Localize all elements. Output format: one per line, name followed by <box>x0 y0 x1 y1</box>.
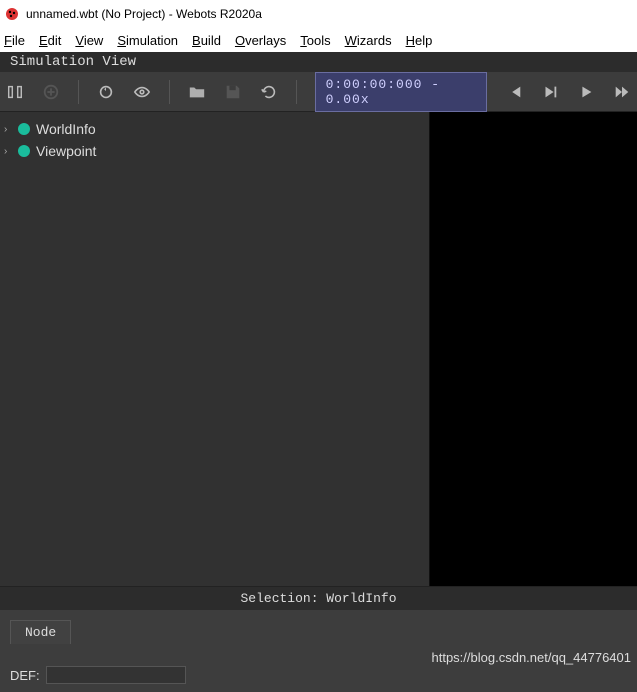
menu-view[interactable]: View <box>75 33 103 48</box>
node-tab[interactable]: Node <box>10 620 71 644</box>
toolbar-separator <box>169 80 170 104</box>
save-icon[interactable] <box>224 82 242 102</box>
toolbar-separator <box>78 80 79 104</box>
menu-edit[interactable]: Edit <box>39 33 61 48</box>
menu-file[interactable]: File <box>4 33 25 48</box>
watermark-text: https://blog.csdn.net/qq_44776401 <box>432 650 632 665</box>
open-icon[interactable] <box>188 82 206 102</box>
view-icon[interactable] <box>133 82 151 102</box>
window-titlebar: unnamed.wbt (No Project) - Webots R2020a <box>0 0 637 28</box>
hide-panels-icon[interactable] <box>6 82 24 102</box>
def-label: DEF: <box>10 668 40 683</box>
play-icon[interactable] <box>577 82 595 102</box>
menu-wizards[interactable]: Wizards <box>345 33 392 48</box>
selection-label: Selection: WorldInfo <box>0 586 637 610</box>
node-dot-icon <box>18 145 30 157</box>
toolbar-separator <box>296 80 297 104</box>
reset-simulation-icon[interactable] <box>97 82 115 102</box>
menu-build[interactable]: Build <box>192 33 221 48</box>
menu-tools[interactable]: Tools <box>300 33 330 48</box>
simulation-time-display[interactable]: 0:00:00:000 - 0.00x <box>315 72 487 112</box>
menu-simulation[interactable]: Simulation <box>117 33 178 48</box>
toolbar: 0:00:00:000 - 0.00x <box>0 72 637 112</box>
menu-help[interactable]: Help <box>406 33 433 48</box>
scene-tree-panel: › WorldInfo › Viewpoint <box>0 112 430 586</box>
scene-tree: › WorldInfo › Viewpoint <box>0 112 429 586</box>
3d-viewport[interactable] <box>430 112 637 586</box>
simulation-view-header: Simulation View <box>0 52 637 72</box>
app-icon <box>4 6 20 22</box>
tree-item-label: WorldInfo <box>36 121 96 137</box>
node-dot-icon <box>18 123 30 135</box>
tree-item-worldinfo[interactable]: › WorldInfo <box>4 118 425 140</box>
menubar: File Edit View Simulation Build Overlays… <box>0 28 637 52</box>
add-node-icon[interactable] <box>42 82 60 102</box>
tree-item-label: Viewpoint <box>36 143 96 159</box>
window-title: unnamed.wbt (No Project) - Webots R2020a <box>26 7 262 21</box>
chevron-right-icon: › <box>4 146 18 157</box>
menu-overlays[interactable]: Overlays <box>235 33 286 48</box>
main-area: › WorldInfo › Viewpoint <box>0 112 637 586</box>
tree-item-viewpoint[interactable]: › Viewpoint <box>4 140 425 162</box>
rewind-icon[interactable] <box>505 82 523 102</box>
def-input[interactable] <box>46 666 186 684</box>
reload-icon[interactable] <box>260 82 278 102</box>
fast-forward-icon[interactable] <box>613 82 631 102</box>
chevron-right-icon: › <box>4 124 18 135</box>
step-icon[interactable] <box>541 82 559 102</box>
